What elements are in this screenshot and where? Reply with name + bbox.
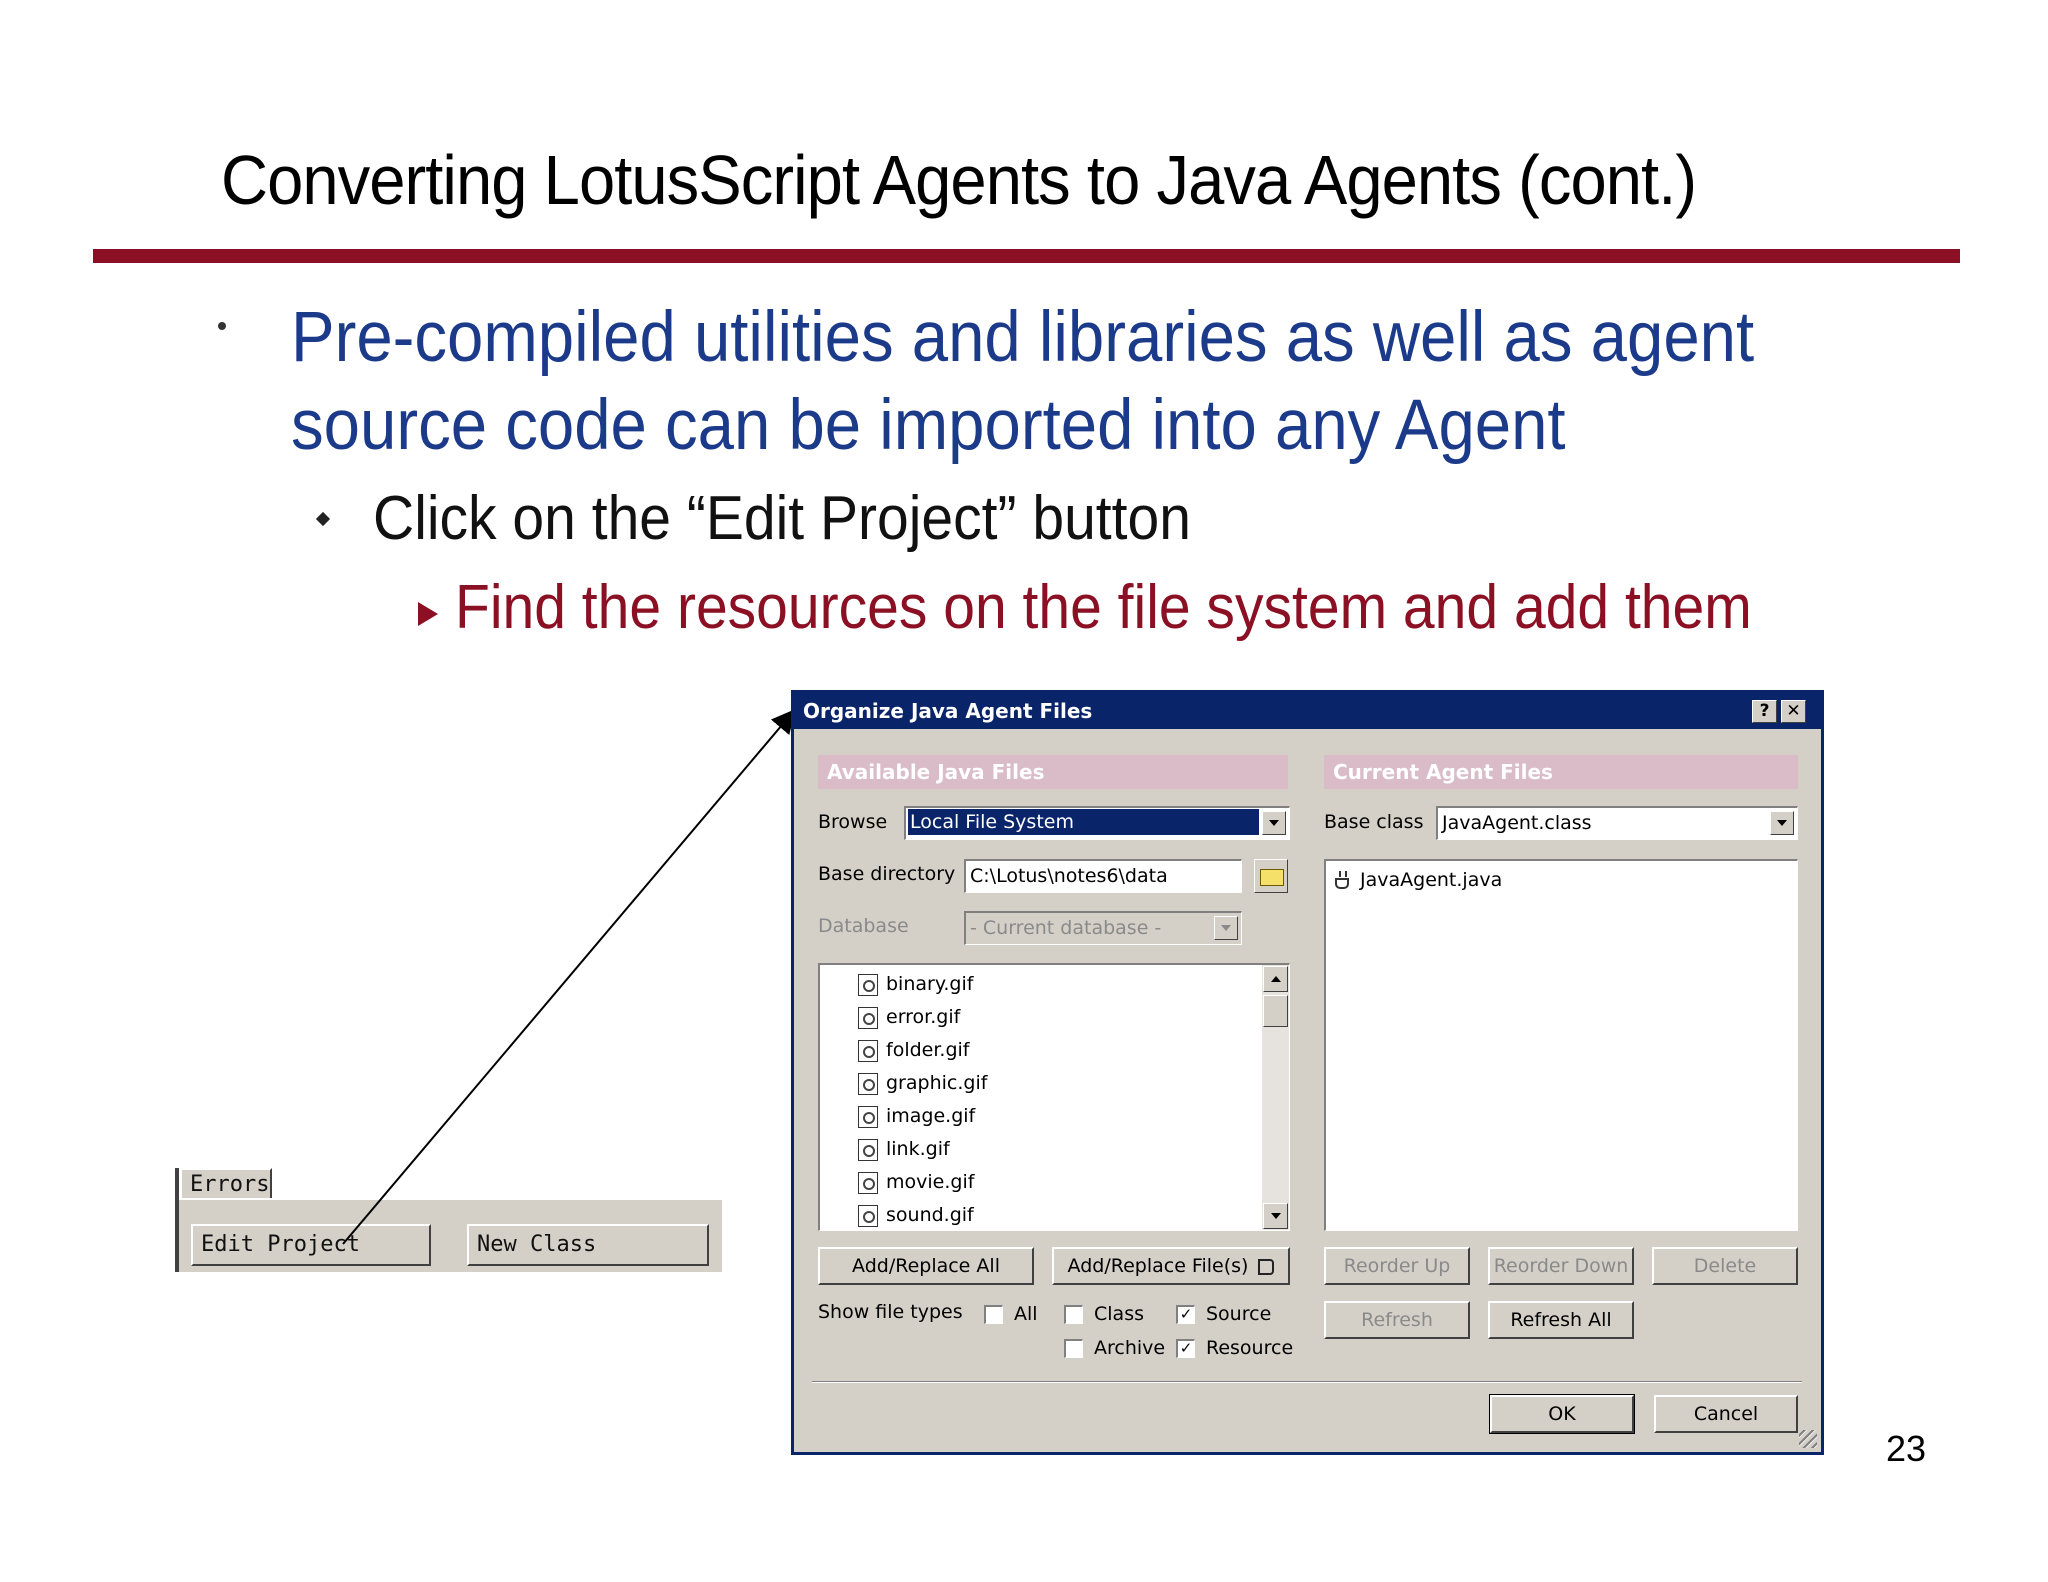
list-item[interactable]: sound.gif <box>858 1200 974 1230</box>
class-label: Class <box>1094 1303 1144 1325</box>
resource-checkbox[interactable]: ✓ <box>1176 1339 1195 1358</box>
list-item[interactable]: folder.gif <box>858 1035 969 1065</box>
ok-button[interactable]: OK <box>1489 1394 1635 1434</box>
arrow-right-icon <box>1258 1258 1275 1275</box>
add-replace-files-label: Add/Replace File(s) <box>1067 1255 1249 1277</box>
scroll-up-icon[interactable] <box>1263 966 1288 992</box>
new-class-button[interactable]: New Class <box>467 1224 709 1266</box>
scroll-thumb[interactable] <box>1263 995 1288 1027</box>
add-replace-all-button[interactable]: Add/Replace All <box>818 1247 1034 1285</box>
dialog-title-bar: Organize Java Agent Files <box>794 693 1821 729</box>
cancel-button[interactable]: Cancel <box>1654 1395 1798 1433</box>
list-item[interactable]: link.gif <box>858 1134 950 1164</box>
reorder-up-button[interactable]: Reorder Up <box>1324 1247 1470 1285</box>
image-file-icon <box>858 973 878 996</box>
list-item[interactable]: error.gif <box>858 1002 960 1032</box>
source-checkbox[interactable]: ✓ <box>1176 1305 1195 1324</box>
help-icon[interactable]: ? <box>1752 700 1777 723</box>
available-files-list[interactable]: binary.gif error.gif folder.gif graphic.… <box>818 963 1290 1231</box>
bullet-dot <box>218 322 226 330</box>
slide-title: Converting LotusScript Agents to Java Ag… <box>221 141 1697 219</box>
add-replace-files-button[interactable]: Add/Replace File(s) <box>1052 1247 1290 1285</box>
database-value: - Current database - <box>970 917 1162 939</box>
base-directory-label: Base directory <box>818 863 956 885</box>
organize-java-agent-files-dialog: Organize Java Agent Files ? ✕ Available … <box>791 690 1824 1455</box>
diamond-bullet-icon <box>315 511 331 527</box>
image-file-icon <box>858 1072 878 1095</box>
bullet-main-line1: Pre-compiled utilities and libraries as … <box>291 298 1755 377</box>
edit-project-button[interactable]: Edit Project <box>191 1224 431 1266</box>
list-item[interactable]: JavaAgent.java <box>1332 865 1502 895</box>
image-file-icon <box>858 1171 878 1194</box>
title-rule <box>93 249 1960 263</box>
java-file-icon <box>1332 870 1354 892</box>
list-item[interactable]: movie.gif <box>858 1167 974 1197</box>
database-select: - Current database - <box>964 911 1242 945</box>
all-checkbox[interactable] <box>984 1305 1003 1324</box>
chevron-down-icon[interactable] <box>1770 811 1794 835</box>
show-file-types-label: Show file types <box>818 1301 963 1323</box>
bullet-main-line2: source code can be imported into any Age… <box>291 386 1566 465</box>
archive-checkbox[interactable] <box>1064 1339 1083 1358</box>
delete-button[interactable]: Delete <box>1652 1247 1798 1285</box>
current-agent-files-header: Current Agent Files <box>1324 755 1798 789</box>
chevron-down-icon <box>1214 916 1238 940</box>
list-item[interactable]: binary.gif <box>858 969 973 999</box>
base-class-value: JavaAgent.class <box>1442 812 1592 834</box>
chevron-down-icon[interactable] <box>1262 811 1286 835</box>
base-class-select[interactable]: JavaAgent.class <box>1436 806 1798 840</box>
list-item[interactable]: graphic.gif <box>858 1068 987 1098</box>
archive-label: Archive <box>1094 1337 1166 1359</box>
dialog-separator <box>812 1381 1802 1383</box>
folder-icon[interactable] <box>1254 859 1288 893</box>
source-label: Source <box>1206 1303 1272 1325</box>
class-checkbox[interactable] <box>1064 1305 1083 1324</box>
refresh-all-button[interactable]: Refresh All <box>1488 1301 1634 1339</box>
bullet-main: Pre-compiled utilities and libraries as … <box>291 294 1754 470</box>
agent-toolbar-snippet: Errors Edit Project New Class <box>175 1168 722 1272</box>
browse-select[interactable]: Local File System <box>904 806 1290 840</box>
page-number: 23 <box>1886 1428 1927 1469</box>
all-label: All <box>1014 1303 1038 1325</box>
base-directory-input[interactable]: C:\Lotus\notes6\data <box>964 859 1242 893</box>
available-java-files-header: Available Java Files <box>818 755 1288 789</box>
errors-tab[interactable]: Errors <box>180 1168 272 1198</box>
dialog-title: Organize Java Agent Files <box>803 699 1093 723</box>
image-file-icon <box>858 1204 878 1227</box>
browse-label: Browse <box>818 811 888 833</box>
toolbar-left-edge <box>175 1168 179 1272</box>
image-file-icon <box>858 1105 878 1128</box>
close-icon[interactable]: ✕ <box>1781 700 1806 723</box>
database-label: Database <box>818 915 909 937</box>
resource-label: Resource <box>1206 1337 1294 1359</box>
refresh-button[interactable]: Refresh <box>1324 1301 1470 1339</box>
base-class-label: Base class <box>1324 811 1424 833</box>
bullet-subsub: Find the resources on the file system an… <box>455 573 1752 642</box>
image-file-icon <box>858 1138 878 1161</box>
image-file-icon <box>858 1006 878 1029</box>
bullet-sub: Click on the “Edit Project” button <box>373 484 1191 553</box>
list-item[interactable]: image.gif <box>858 1101 975 1131</box>
triangle-bullet-icon <box>418 602 438 626</box>
browse-value: Local File System <box>908 809 1259 835</box>
resize-grip-icon[interactable] <box>1799 1430 1817 1448</box>
current-agent-files-list[interactable]: JavaAgent.java <box>1324 859 1798 1231</box>
scrollbar[interactable] <box>1262 965 1289 1230</box>
image-file-icon <box>858 1039 878 1062</box>
scroll-down-icon[interactable] <box>1263 1203 1288 1229</box>
reorder-down-button[interactable]: Reorder Down <box>1488 1247 1634 1285</box>
